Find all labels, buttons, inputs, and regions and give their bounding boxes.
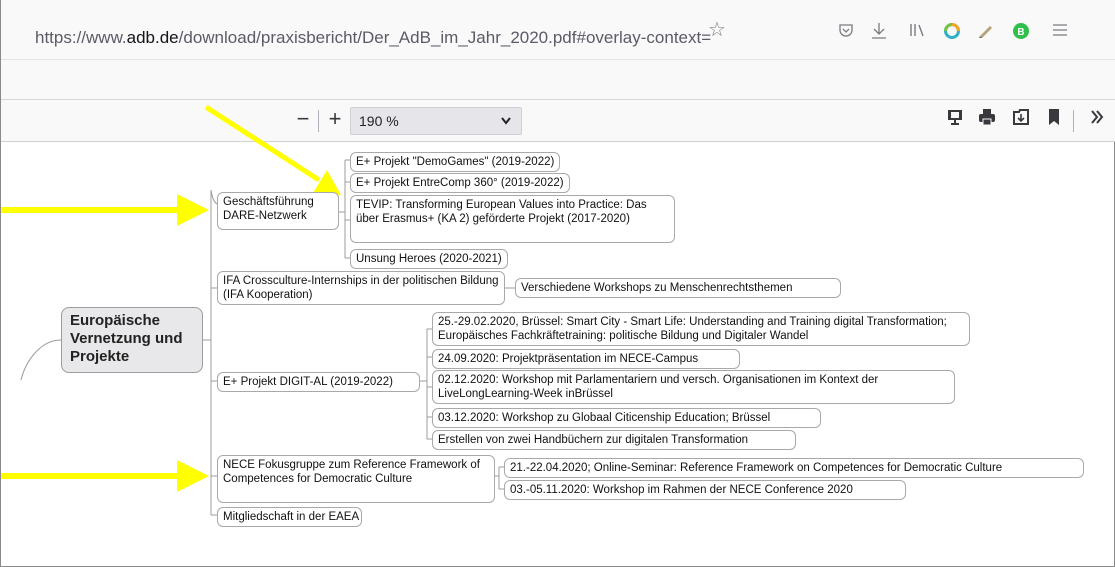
branch-node-eaea: Mitgliedschaft in der EAEA [217,507,362,527]
branch-node-ifa: IFA Crossculture-Internships in der poli… [217,271,505,305]
leaf-node-unsung-heroes: Unsung Heroes (2020-2021) [350,249,508,269]
leaf-node-nece-campus: 24.09.2020: Projektpräsentation im NECE-… [432,349,740,369]
leaf-node-demogames: E+ Projekt "DemoGames" (2019-2022) [350,152,561,172]
arrow-annotation-bottom [1,460,209,492]
leaf-node-tevip: TEVIP: Transforming European Values into… [350,195,675,243]
leaf-node-handbuecher: Erstellen von zwei Handbüchern zur digit… [432,430,796,450]
browser-window: https://www.adb.de/download/praxisberich… [0,0,1115,567]
leaf-node-nece-conference: 03.-05.11.2020: Workshop im Rahmen der N… [504,480,906,500]
leaf-node-smart-city: 25.-29.02.2020, Brüssel: Smart City - Sm… [432,312,970,346]
leaf-node-parlamentarier-workshop: 02.12.2020: Workshop mit Parlamentariern… [432,370,955,404]
branch-node-digit-al: E+ Projekt DIGIT-AL (2019-2022) [217,372,420,392]
mindmap-root-node: Europäische Vernetzung und Projekte [61,307,203,373]
leaf-node-online-seminar: 21.-22.04.2020; Online-Seminar: Referenc… [504,458,1084,478]
arrow-annotation-middle [1,194,209,226]
branch-node-dare: Geschäftsführung DARE-Netzwerk [217,192,339,230]
branch-node-nece-fokusgruppe: NECE Fokusgruppe zum Reference Framework… [217,455,495,503]
leaf-node-entrecomp: E+ Projekt EntreComp 360° (2019-2022) [350,173,570,193]
leaf-node-workshops-menschenrechte: Verschiedene Workshops zu Menschenrechts… [515,278,841,298]
leaf-node-citizenship-workshop: 03.12.2020: Workshop zu Globaal Citicens… [432,408,821,428]
arrow-annotation-top [204,104,341,195]
